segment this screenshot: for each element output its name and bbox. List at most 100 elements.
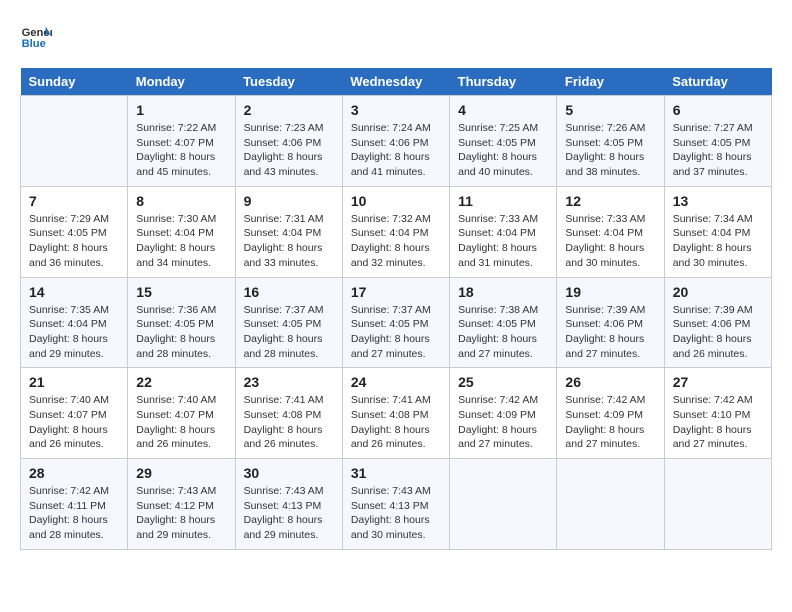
calendar-cell: 14 Sunrise: 7:35 AM Sunset: 4:04 PM Dayli… (21, 277, 128, 368)
week-row-1: 1Sunrise: 7:22 AM Sunset: 4:07 PM Daylig… (21, 96, 772, 187)
calendar-cell: 25 Sunrise: 7:42 AM Sunset: 4:09 PM Dayli… (450, 368, 557, 459)
day-number: 19 (565, 284, 655, 300)
calendar-table: SundayMondayTuesdayWednesdayThursdayFrid… (20, 68, 772, 550)
calendar-cell: 29 Sunrise: 7:43 AM Sunset: 4:12 PM Dayli… (128, 459, 235, 550)
day-info: Sunrise: 7:25 AM Sunset: 4:05 PM Dayligh… (458, 121, 548, 180)
day-info: Sunrise: 7:30 AM Sunset: 4:04 PM Dayligh… (136, 212, 226, 271)
day-number: 26 (565, 374, 655, 390)
day-number: 11 (458, 193, 548, 209)
week-row-5: 28Sunrise: 7:42 AM Sunset: 4:11 PM Dayli… (21, 459, 772, 550)
calendar-cell: 5 Sunrise: 7:26 AM Sunset: 4:05 PM Daylig… (557, 96, 664, 187)
day-info: Sunrise: 7:32 AM Sunset: 4:04 PM Dayligh… (351, 212, 441, 271)
weekday-header: SundayMondayTuesdayWednesdayThursdayFrid… (21, 68, 772, 96)
calendar-cell: 1Sunrise: 7:22 AM Sunset: 4:07 PM Daylig… (128, 96, 235, 187)
calendar-cell: 3Sunrise: 7:24 AM Sunset: 4:06 PM Daylig… (342, 96, 449, 187)
day-number: 1 (136, 102, 226, 118)
weekday-monday: Monday (128, 68, 235, 96)
day-number: 17 (351, 284, 441, 300)
calendar-cell (557, 459, 664, 550)
day-info: Sunrise: 7:38 AM Sunset: 4:05 PM Dayligh… (458, 303, 548, 362)
day-info: Sunrise: 7:43 AM Sunset: 4:13 PM Dayligh… (351, 484, 441, 543)
day-info: Sunrise: 7:27 AM Sunset: 4:05 PM Dayligh… (673, 121, 763, 180)
day-info: Sunrise: 7:29 AM Sunset: 4:05 PM Dayligh… (29, 212, 119, 271)
calendar-cell: 24 Sunrise: 7:41 AM Sunset: 4:08 PM Dayli… (342, 368, 449, 459)
calendar-cell: 22 Sunrise: 7:40 AM Sunset: 4:07 PM Dayli… (128, 368, 235, 459)
weekday-wednesday: Wednesday (342, 68, 449, 96)
calendar-cell: 23 Sunrise: 7:41 AM Sunset: 4:08 PM Dayli… (235, 368, 342, 459)
day-number: 21 (29, 374, 119, 390)
day-info: Sunrise: 7:39 AM Sunset: 4:06 PM Dayligh… (565, 303, 655, 362)
day-info: Sunrise: 7:35 AM Sunset: 4:04 PM Dayligh… (29, 303, 119, 362)
day-number: 15 (136, 284, 226, 300)
week-row-4: 21 Sunrise: 7:40 AM Sunset: 4:07 PM Dayli… (21, 368, 772, 459)
weekday-saturday: Saturday (664, 68, 771, 96)
calendar-cell: 10 Sunrise: 7:32 AM Sunset: 4:04 PM Dayli… (342, 186, 449, 277)
svg-text:Blue: Blue (22, 38, 46, 50)
calendar-cell: 12Sunrise: 7:33 AM Sunset: 4:04 PM Dayli… (557, 186, 664, 277)
day-info: Sunrise: 7:33 AM Sunset: 4:04 PM Dayligh… (458, 212, 548, 271)
week-row-2: 7 Sunrise: 7:29 AM Sunset: 4:05 PM Daylig… (21, 186, 772, 277)
day-info: Sunrise: 7:36 AM Sunset: 4:05 PM Dayligh… (136, 303, 226, 362)
day-number: 28 (29, 465, 119, 481)
day-number: 23 (244, 374, 334, 390)
calendar-cell: 11 Sunrise: 7:33 AM Sunset: 4:04 PM Dayli… (450, 186, 557, 277)
day-number: 31 (351, 465, 441, 481)
calendar-cell: 28Sunrise: 7:42 AM Sunset: 4:11 PM Dayli… (21, 459, 128, 550)
weekday-tuesday: Tuesday (235, 68, 342, 96)
day-info: Sunrise: 7:37 AM Sunset: 4:05 PM Dayligh… (244, 303, 334, 362)
logo-icon: General Blue (20, 20, 52, 52)
calendar-cell: 6 Sunrise: 7:27 AM Sunset: 4:05 PM Daylig… (664, 96, 771, 187)
calendar-cell: 13Sunrise: 7:34 AM Sunset: 4:04 PM Dayli… (664, 186, 771, 277)
day-number: 24 (351, 374, 441, 390)
calendar-cell: 2Sunrise: 7:23 AM Sunset: 4:06 PM Daylig… (235, 96, 342, 187)
day-number: 9 (244, 193, 334, 209)
calendar-cell: 20 Sunrise: 7:39 AM Sunset: 4:06 PM Dayli… (664, 277, 771, 368)
day-info: Sunrise: 7:40 AM Sunset: 4:07 PM Dayligh… (136, 393, 226, 452)
day-info: Sunrise: 7:41 AM Sunset: 4:08 PM Dayligh… (351, 393, 441, 452)
calendar-cell: 21 Sunrise: 7:40 AM Sunset: 4:07 PM Dayli… (21, 368, 128, 459)
day-number: 3 (351, 102, 441, 118)
day-info: Sunrise: 7:42 AM Sunset: 4:09 PM Dayligh… (458, 393, 548, 452)
day-number: 10 (351, 193, 441, 209)
calendar-cell: 19 Sunrise: 7:39 AM Sunset: 4:06 PM Dayli… (557, 277, 664, 368)
day-number: 5 (565, 102, 655, 118)
day-info: Sunrise: 7:43 AM Sunset: 4:12 PM Dayligh… (136, 484, 226, 543)
day-number: 7 (29, 193, 119, 209)
calendar-cell: 17 Sunrise: 7:37 AM Sunset: 4:05 PM Dayli… (342, 277, 449, 368)
day-info: Sunrise: 7:40 AM Sunset: 4:07 PM Dayligh… (29, 393, 119, 452)
day-number: 14 (29, 284, 119, 300)
week-row-3: 14 Sunrise: 7:35 AM Sunset: 4:04 PM Dayli… (21, 277, 772, 368)
calendar-cell: 16Sunrise: 7:37 AM Sunset: 4:05 PM Dayli… (235, 277, 342, 368)
weekday-sunday: Sunday (21, 68, 128, 96)
calendar-cell: 30Sunrise: 7:43 AM Sunset: 4:13 PM Dayli… (235, 459, 342, 550)
day-info: Sunrise: 7:37 AM Sunset: 4:05 PM Dayligh… (351, 303, 441, 362)
weekday-thursday: Thursday (450, 68, 557, 96)
day-info: Sunrise: 7:23 AM Sunset: 4:06 PM Dayligh… (244, 121, 334, 180)
calendar-cell: 4 Sunrise: 7:25 AM Sunset: 4:05 PM Daylig… (450, 96, 557, 187)
day-number: 20 (673, 284, 763, 300)
calendar-cell: 18 Sunrise: 7:38 AM Sunset: 4:05 PM Dayli… (450, 277, 557, 368)
calendar-cell: 15 Sunrise: 7:36 AM Sunset: 4:05 PM Dayli… (128, 277, 235, 368)
day-number: 25 (458, 374, 548, 390)
day-number: 27 (673, 374, 763, 390)
calendar-cell: 31 Sunrise: 7:43 AM Sunset: 4:13 PM Dayli… (342, 459, 449, 550)
day-number: 29 (136, 465, 226, 481)
day-info: Sunrise: 7:42 AM Sunset: 4:09 PM Dayligh… (565, 393, 655, 452)
calendar-cell (450, 459, 557, 550)
day-number: 6 (673, 102, 763, 118)
day-number: 22 (136, 374, 226, 390)
day-number: 12 (565, 193, 655, 209)
logo: General Blue (20, 20, 52, 52)
day-number: 18 (458, 284, 548, 300)
day-number: 13 (673, 193, 763, 209)
day-number: 30 (244, 465, 334, 481)
day-info: Sunrise: 7:26 AM Sunset: 4:05 PM Dayligh… (565, 121, 655, 180)
day-info: Sunrise: 7:31 AM Sunset: 4:04 PM Dayligh… (244, 212, 334, 271)
day-info: Sunrise: 7:39 AM Sunset: 4:06 PM Dayligh… (673, 303, 763, 362)
calendar-cell: 8Sunrise: 7:30 AM Sunset: 4:04 PM Daylig… (128, 186, 235, 277)
calendar-cell: 7 Sunrise: 7:29 AM Sunset: 4:05 PM Daylig… (21, 186, 128, 277)
page-header: General Blue (20, 20, 772, 52)
day-number: 4 (458, 102, 548, 118)
calendar-cell (21, 96, 128, 187)
day-info: Sunrise: 7:41 AM Sunset: 4:08 PM Dayligh… (244, 393, 334, 452)
